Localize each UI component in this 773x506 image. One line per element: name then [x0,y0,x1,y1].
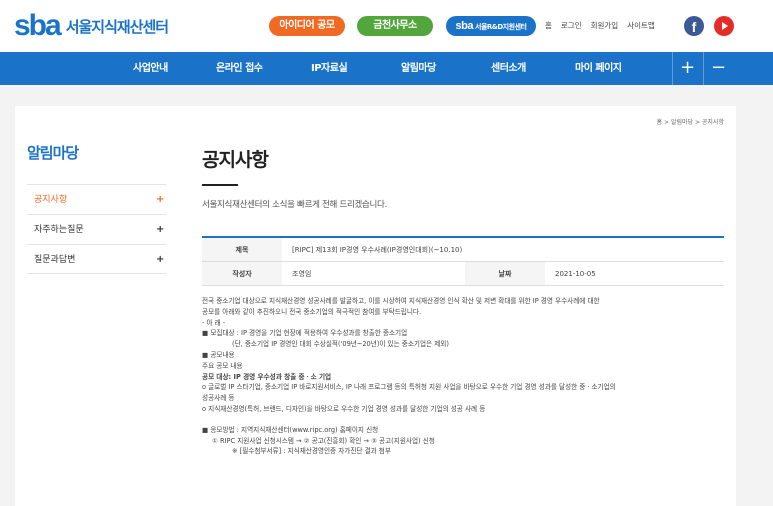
sidebar-item-faq[interactable]: 자주하는질문 + [27,214,166,244]
nav-ip-resources[interactable]: IP자료실 [311,52,348,85]
page-title: 공지사항 [202,149,269,171]
sidebar-item-notice[interactable]: 공지사항 + [27,184,166,214]
sidebar-item-qna[interactable]: 질문과답변 + [27,244,166,274]
body-line: o 지식재산경영(특허, 브랜드, 디자인)을 바탕으로 우수한 기업 경영 성… [202,404,486,413]
nav-notice[interactable]: 알림마당 [401,52,436,85]
idea-contest-button[interactable]: 아이디어 공모 [269,16,345,36]
home-link[interactable]: 홈 [545,20,552,31]
plus-icon: + [156,194,165,205]
notice-detail: 제목 [RIPC] 제13회 IP경영 우수사례(IP경영인대회)(~10.10… [202,236,724,457]
geumcheon-office-button[interactable]: 금천사무소 [357,16,433,36]
body-line: (단, 중소기업 IP 경영인 대회 수상실적('09년~20년)이 있는 중소… [232,340,449,349]
body-line: 성공사례 등 [202,394,235,403]
login-link[interactable]: 로그인 [561,20,582,31]
body-line: ■ 모집대상 : IP 경영을 기업 현장에 적용하여 우수성과를 창출한 중소… [202,329,408,338]
top-links: 홈 로그인 회원가입 사이트맵 [545,20,655,31]
title-row: 제목 [RIPC] 제13회 IP경영 우수사례(IP경영인대회)(~10.10… [202,238,724,262]
author-label: 작성자 [202,262,282,285]
youtube-icon[interactable] [714,16,734,36]
body-line: ■ 응모방법 : 지역지식재산센터(www.ripc.org) 홈페이지 신청 [202,425,379,434]
sidebar-title: 알림마당 [27,144,79,162]
body-line: 공모 대상: IP 경영 우수성과 창출 중ㆍ소 기업 [202,372,332,381]
title-divider [202,184,238,186]
logo-mark: sba [14,9,62,42]
minus-icon[interactable]: − [703,52,733,85]
rnd-logo-mark: sba [455,20,474,32]
nav-business[interactable]: 사업안내 [133,52,168,85]
rnd-label: 서울R&D지원센터 [475,23,527,31]
page-subtitle: 서울지식재산센터의 소식을 빠르게 전해 드리겠습니다. [202,200,387,210]
body-line: ※ [필수첨부서류] : 지식재산경영인증 자가진단 결과 첨부 [232,447,391,456]
global-nav: 사업안내 온라인 접수 IP자료실 알림마당 센터소개 마이 페이지 + − [0,52,773,85]
nav-my-page[interactable]: 마이 페이지 [575,52,622,85]
plus-icon[interactable]: + [672,52,702,85]
date-value: 2021-10-05 [555,270,596,278]
sidebar-menu: 공지사항 + 자주하는질문 + 질문과답변 + [27,184,166,274]
body-line: 공모를 아래와 같이 추진하오니 전국 중소기업의 적극적인 참여를 부탁드립니… [202,307,422,316]
nav-online-apply[interactable]: 온라인 접수 [216,52,263,85]
breadcrumb: 홈 > 알림마당 > 공지사항 [656,119,724,126]
plus-icon: + [156,224,165,235]
body-line: - 아 래 - [202,318,226,327]
sidebar-item-label: 질문과답변 [34,255,76,265]
seoul-rnd-center-button[interactable]: sba 서울R&D지원센터 [446,16,536,36]
plus-icon: + [156,254,165,265]
author-value: 조영임 [292,270,312,278]
site-logo[interactable]: sba 서울지식재산센터 [14,9,169,42]
sidebar-item-label: 공지사항 [34,195,68,205]
body-line: o 글로벌 IP 스타기업, 중소기업 IP 바로지원서비스, IP 나래 프로… [202,383,616,392]
logo-text: 서울지식재산센터 [65,17,169,36]
facebook-icon[interactable]: f [684,16,704,36]
title-value: [RIPC] 제13회 IP경영 우수사례(IP경영인대회)(~10.10) [292,246,463,254]
body-line: 전국 중소기업 대상으로 지식재산경영 성공사례를 발굴하고, 이를 시상하여 … [202,297,600,305]
body-line: ① RIPC 지원사업 신청시스템 → ② 공고(진흥회) 확인 → ③ 공고(… [212,436,435,445]
signup-link[interactable]: 회원가입 [591,20,619,31]
body-line: 주요 공모 내용 [202,361,243,370]
top-header: sba 서울지식재산센터 아이디어 공모 금천사무소 sba 서울R&D지원센터 … [0,0,773,52]
meta-row: 작성자 조영임 날짜 2021-10-05 [202,262,724,286]
body-line: ■ 공모내용 [202,350,235,359]
main-container: 홈 > 알림마당 > 공지사항 알림마당 공지사항 + 자주하는질문 + 질문과… [15,106,736,506]
title-label: 제목 [202,238,282,261]
sidebar-item-label: 자주하는질문 [34,225,84,235]
sitemap-link[interactable]: 사이트맵 [627,20,655,31]
nav-center-intro[interactable]: 센터소개 [491,52,526,85]
notice-body: 전국 중소기업 대상으로 지식재산경영 성공사례를 발굴하고, 이를 시상하여 … [202,286,724,457]
date-label: 날짜 [465,262,545,285]
